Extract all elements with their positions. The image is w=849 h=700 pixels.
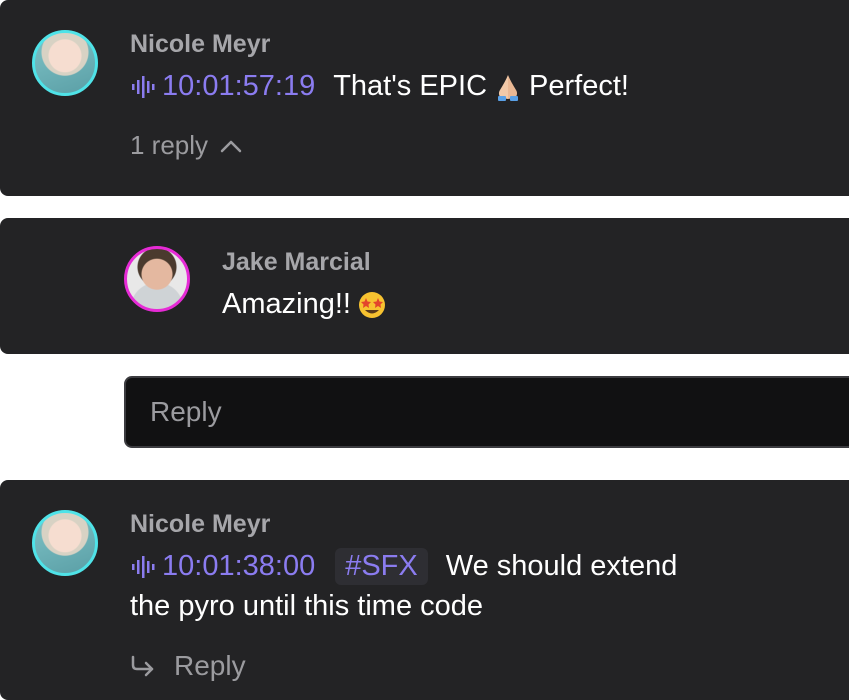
reply-body: Amazing!! <box>222 288 393 321</box>
message-text-continued: the pyro until this time code <box>130 590 484 622</box>
comment-body-second-line: the pyro until this time code <box>130 590 483 623</box>
chevron-up-icon <box>220 140 242 152</box>
reply-card: Jake Marcial Amazing!! <box>0 218 849 354</box>
tag-badge[interactable]: #SFX <box>335 548 428 585</box>
replies-toggle[interactable]: 1 reply <box>130 130 242 161</box>
timecode-link[interactable]: 10:01:57:19 <box>130 70 315 103</box>
comment-body: 10:01:57:19 That's EPIC Perfect! <box>130 70 629 103</box>
reply-text: Amazing!! <box>222 288 351 320</box>
message-text-after: Perfect! <box>529 70 629 102</box>
avatar[interactable] <box>124 246 190 312</box>
timecode-text: 10:01:57:19 <box>162 70 316 102</box>
avatar[interactable] <box>32 30 98 96</box>
comment-card: Nicole Meyr 10:01:57:19 That's EPIC Perf… <box>0 0 849 196</box>
comment-author: Nicole Meyr <box>130 30 271 58</box>
reply-input[interactable] <box>124 376 849 448</box>
message-text: That's EPIC <box>333 70 488 102</box>
audio-waveform-icon <box>132 555 155 578</box>
replies-count-label: 1 reply <box>130 130 209 160</box>
timecode-text: 10:01:38:00 <box>162 550 316 582</box>
audio-waveform-icon <box>132 75 155 98</box>
reply-button-label: Reply <box>174 650 246 681</box>
reply-button[interactable]: Reply <box>130 650 246 682</box>
reply-author: Jake Marcial <box>222 248 371 276</box>
comment-body-first-line: 10:01:38:00 #SFX We should extend <box>130 548 677 585</box>
comment-card: Nicole Meyr 10:01:38:00 #SFX We should e… <box>0 480 849 700</box>
reply-arrow-icon <box>131 655 154 677</box>
timecode-link[interactable]: 10:01:38:00 <box>130 550 315 583</box>
avatar[interactable] <box>32 510 98 576</box>
message-text: We should extend <box>445 550 678 582</box>
star-struck-icon <box>358 291 385 318</box>
comment-author: Nicole Meyr <box>130 510 271 538</box>
folded-hands-icon <box>498 74 519 101</box>
